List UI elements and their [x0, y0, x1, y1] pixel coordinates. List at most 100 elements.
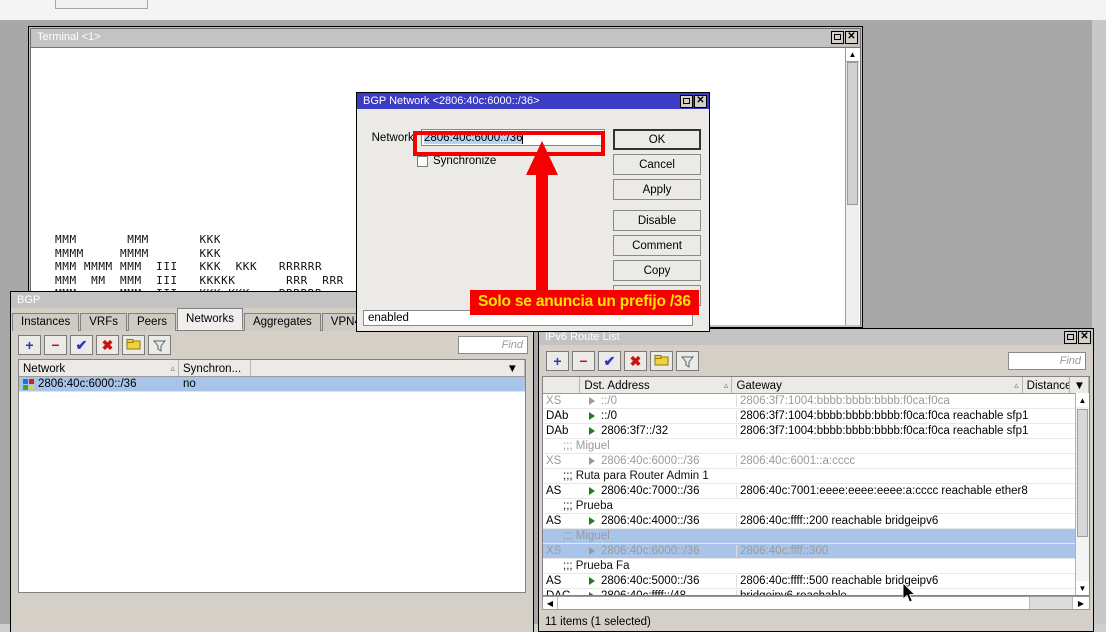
remove-icon[interactable]: − — [44, 335, 67, 355]
table-row[interactable]: XS::/02806:3f7:1004:bbbb:bbbb:bbbb:f0ca:… — [543, 394, 1089, 409]
route-vertical-scrollbar[interactable]: ▲ ▼ — [1075, 393, 1089, 595]
route-window-controls[interactable]: ✕ — [1064, 331, 1091, 344]
table-row[interactable]: AS2806:40c:4000::/362806:40c:ffff::200 r… — [543, 514, 1089, 529]
route-toolbar[interactable]: + − ✔ ✖ Find — [546, 350, 1086, 372]
comment-icon[interactable] — [122, 335, 145, 355]
table-row[interactable]: 2806:40c:6000::/36 no — [19, 377, 525, 392]
maximize-icon[interactable] — [831, 31, 844, 44]
column-header-distance[interactable]: Distance — [1023, 377, 1070, 393]
search-input[interactable]: Find — [458, 336, 528, 354]
tab-instances[interactable]: Instances — [12, 313, 79, 331]
bgp-toolbar[interactable]: + − ✔ ✖ Find — [18, 334, 528, 356]
network-input-value: 2806:40c:6000::/36 — [424, 132, 522, 144]
ipv6-route-list-window[interactable]: IPv6 Route List ✕ + − ✔ ✖ Find — [538, 328, 1094, 632]
route-title: IPv6 Route List — [545, 331, 1064, 343]
table-row[interactable]: DAb2806:3f7::/322806:3f7:1004:bbbb:bbbb:… — [543, 424, 1089, 439]
search-input[interactable]: Find — [1008, 352, 1086, 370]
tab-networks[interactable]: Networks — [177, 308, 243, 330]
scroll-up-icon[interactable]: ▲ — [1076, 393, 1089, 407]
column-header-gateway[interactable]: Gateway ▵ — [732, 377, 1022, 393]
cell-gateway: 2806:3f7:1004:bbbb:bbbb:bbbb:f0ca:f0ca r… — [736, 410, 1032, 422]
hscroll-thumb[interactable] — [1029, 597, 1072, 609]
synchronize-checkbox[interactable] — [417, 156, 428, 167]
terminal-window-controls[interactable]: ✕ — [831, 31, 858, 44]
tab-peers[interactable]: Peers — [128, 313, 176, 331]
scroll-up-icon[interactable]: ▲ — [846, 48, 859, 62]
apply-button[interactable]: Apply — [613, 179, 701, 200]
filter-icon[interactable] — [148, 335, 171, 355]
table-row[interactable]: AS2806:40c:7000::/362806:40c:7001:eeee:e… — [543, 484, 1089, 499]
dialog-titlebar[interactable]: BGP Network <2806:40c:6000::/36> ✕ — [357, 93, 709, 109]
desktop-toolbar-button-stub[interactable] — [55, 0, 148, 9]
route-rows: XS::/02806:3f7:1004:bbbb:bbbb:bbbb:f0ca:… — [543, 394, 1089, 596]
column-header-flags[interactable] — [543, 377, 580, 393]
scroll-left-icon[interactable]: ◀ — [543, 597, 558, 609]
comment-button[interactable]: Comment — [613, 235, 701, 256]
table-row[interactable]: XS2806:40c:6000::/362806:40c:6001::a:ccc… — [543, 454, 1089, 469]
table-row[interactable]: DAC2806:40c:ffff::/48bridgeipv6 reachabl… — [543, 589, 1089, 596]
dst-address-text: 2806:40c:5000::/36 — [601, 575, 699, 587]
bgp-window[interactable]: BGP Instances VRFs Peers Networks Aggreg… — [10, 291, 534, 632]
route-horizontal-scrollbar[interactable]: ◀ ▶ — [542, 596, 1090, 610]
close-icon[interactable]: ✕ — [1078, 331, 1091, 344]
route-comment-text: ;;; Miguel — [543, 440, 1089, 452]
bgp-frame: BGP Instances VRFs Peers Networks Aggreg… — [10, 291, 534, 632]
column-header-synchronize[interactable]: Synchron... — [179, 360, 251, 376]
route-comment-row[interactable]: ;;; Ruta para Router Admin 1 — [543, 469, 1089, 484]
terminal-titlebar[interactable]: Terminal <1> ✕ — [31, 29, 860, 45]
cancel-button[interactable]: Cancel — [613, 154, 701, 175]
synchronize-row[interactable]: Synchronize — [417, 155, 496, 167]
column-header-network[interactable]: Network ▵ — [19, 360, 179, 376]
add-icon[interactable]: + — [546, 351, 569, 371]
enable-icon[interactable]: ✔ — [598, 351, 621, 371]
dialog-button-column[interactable]: OK Cancel Apply Disable Comment Copy Rem… — [613, 129, 701, 306]
dialog-window-controls[interactable]: ✕ — [680, 95, 707, 108]
tab-vrfs[interactable]: VRFs — [80, 313, 127, 331]
close-icon[interactable]: ✕ — [845, 31, 858, 44]
ok-button[interactable]: OK — [613, 129, 701, 150]
table-row[interactable]: XS2806:40c:6000::/362806:40c:ffff::300 — [543, 544, 1089, 559]
network-status-icon — [23, 379, 34, 389]
chevron-down-icon: ▼ — [1074, 380, 1085, 392]
disable-button[interactable]: Disable — [613, 210, 701, 231]
dst-address-text: 2806:40c:7000::/36 — [601, 485, 699, 497]
cell-synchronize: no — [179, 378, 251, 390]
enable-icon[interactable]: ✔ — [70, 335, 93, 355]
terminal-scroll-thumb[interactable] — [847, 62, 858, 205]
scroll-right-icon[interactable]: ▶ — [1072, 597, 1089, 609]
tab-aggregates[interactable]: Aggregates — [244, 313, 321, 331]
column-header-menu[interactable]: ▼ — [1070, 377, 1089, 393]
disable-icon[interactable]: ✖ — [96, 335, 119, 355]
column-header-menu[interactable]: ▼ — [251, 360, 525, 376]
route-comment-row[interactable]: ;;; Prueba — [543, 499, 1089, 514]
maximize-icon[interactable] — [680, 95, 693, 108]
route-grid[interactable]: Dst. Address ▵ Gateway ▵ Distance ▼ XS::… — [542, 376, 1090, 596]
close-icon[interactable]: ✕ — [694, 95, 707, 108]
scroll-down-icon[interactable]: ▼ — [1076, 581, 1089, 595]
column-header-dst-address[interactable]: Dst. Address ▵ — [580, 377, 732, 393]
bgp-networks-grid[interactable]: Network ▵ Synchron... ▼ 280 — [18, 359, 526, 593]
maximize-icon[interactable] — [1064, 331, 1077, 344]
cell-flags: AS — [543, 485, 581, 497]
remove-icon[interactable]: − — [572, 351, 595, 371]
route-comment-row[interactable]: ;;; Prueba Fa — [543, 559, 1089, 574]
route-comment-row[interactable]: ;;; Miguel — [543, 529, 1089, 544]
cell-dst-address: ::/0 — [581, 395, 736, 407]
annotation-label: Solo se anuncia un prefijo /36 — [470, 290, 699, 315]
route-comment-row[interactable]: ;;; Miguel — [543, 439, 1089, 454]
cell-gateway: 2806:3f7:1004:bbbb:bbbb:bbbb:f0ca:f0ca r… — [736, 425, 1032, 437]
cell-gateway: 2806:40c:6001::a:cccc — [736, 455, 1032, 467]
network-input[interactable]: 2806:40c:6000::/36 — [421, 129, 605, 146]
filter-icon[interactable] — [676, 351, 699, 371]
terminal-scrollbar[interactable]: ▲ — [845, 48, 859, 325]
hscroll-track[interactable] — [558, 597, 1029, 609]
add-icon[interactable]: + — [18, 335, 41, 355]
route-scroll-thumb[interactable] — [1077, 409, 1088, 537]
table-row[interactable]: DAb::/02806:3f7:1004:bbbb:bbbb:bbbb:f0ca… — [543, 409, 1089, 424]
disable-icon[interactable]: ✖ — [624, 351, 647, 371]
copy-button[interactable]: Copy — [613, 260, 701, 281]
cell-dst-address: 2806:40c:6000::/36 — [581, 545, 736, 557]
comment-icon[interactable] — [650, 351, 673, 371]
table-row[interactable]: AS2806:40c:5000::/362806:40c:ffff::500 r… — [543, 574, 1089, 589]
route-comment-text: ;;; Miguel — [543, 530, 1089, 542]
